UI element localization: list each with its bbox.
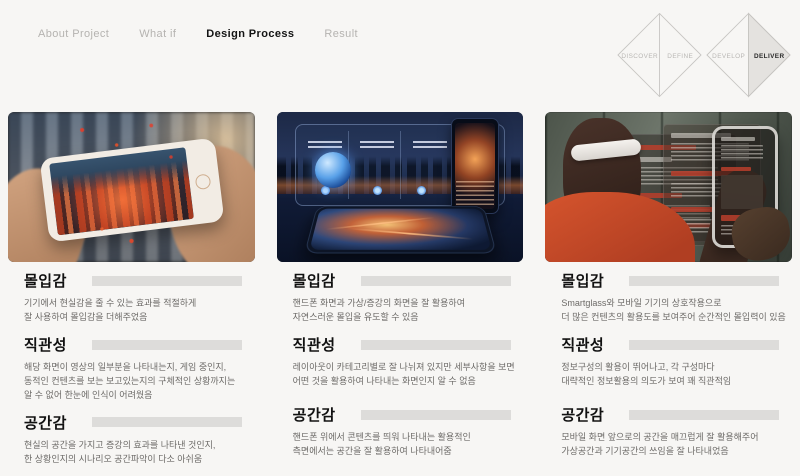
double-diamond-diagram: DISCOVER DEFINE DEVELOP DELIVER [614, 12, 792, 98]
phone-text-lines [456, 181, 494, 207]
metric-spatiality: 공간감 현실의 공간을 가지고 증강의 효과를 나타낸 것인지, 한 상황인지의… [24, 412, 253, 467]
metric-title: 직관성 [561, 334, 617, 355]
score-bar [361, 276, 511, 286]
stage-label-define: DEFINE [667, 53, 693, 60]
panel-label-block [308, 141, 342, 149]
metric-intuitiveness: 직관성 해당 화면이 영상의 일부분을 나타내는지, 게임 중인지, 동적인 컨… [24, 334, 253, 403]
smartglass-man-photo [545, 112, 792, 262]
metric-intuitiveness: 직관성 정보구성의 활용이 뛰어나고, 각 구성마다 대략적인 정보활용의 의도… [561, 334, 790, 402]
comparison-grid: 몰입감 기기에서 현실감을 줄 수 있는 효과를 적절하게 잘 사용하여 몰입감… [8, 112, 792, 476]
nav-design-process[interactable]: Design Process [206, 28, 294, 40]
nav-about-project[interactable]: About Project [38, 28, 109, 40]
metric-title: 공간감 [293, 404, 349, 425]
metric-title: 몰입감 [561, 270, 617, 291]
top-nav: About Project What if Design Process Res… [38, 28, 358, 40]
metric-immersion: 몰입감 기기에서 현실감을 줄 수 있는 효과를 적절하게 잘 사용하여 몰입감… [24, 270, 253, 332]
metric-title: 공간감 [561, 404, 617, 425]
score-bar [629, 410, 779, 420]
metric-description: 레이아웃이 카테고리별로 잘 나뉘져 있지만 세부사항을 보면 어떤 것을 활용… [293, 361, 522, 389]
red-particles [8, 112, 255, 262]
score-bar [92, 276, 242, 286]
glass-sphere [315, 152, 351, 188]
score-bar [361, 340, 511, 350]
portrait-phone [451, 118, 499, 214]
metric-description: 기기에서 현실감을 줄 수 있는 효과를 적절하게 잘 사용하여 몰입감을 더해… [24, 297, 253, 325]
concept-column-3: 몰입감 Smartglass와 모바일 기기의 상호작용으로 더 많은 컨텐츠의… [545, 112, 792, 476]
score-bar [92, 417, 242, 427]
panel-divider [400, 131, 401, 199]
metric-title: 직관성 [24, 334, 80, 355]
metric-spatiality: 공간감 핸드폰 위에서 콘텐츠를 띄워 나타내는 활용적인 측면에서는 공간을 … [293, 404, 522, 459]
metric-title: 몰입감 [24, 270, 80, 291]
ar-city-phone-photo [8, 112, 255, 262]
metric-title: 몰입감 [293, 270, 349, 291]
glow-dot [373, 186, 382, 195]
metric-title: 공간감 [24, 412, 80, 433]
concept-column-2: 몰입감 핸드폰 화면과 가상/증강의 화면을 잘 활용하여 자연스러운 몰입을 … [277, 112, 524, 476]
metric-title: 직관성 [293, 334, 349, 355]
metric-description: 현실의 공간을 가지고 증강의 효과를 나타낸 것인지, 한 상황인지의 시나리… [24, 439, 253, 467]
metric-description: 정보구성의 활용이 뛰어나고, 각 구성마다 대략적인 정보활용의 의도가 보여… [561, 361, 790, 389]
score-bar [629, 340, 779, 350]
metric-description: 핸드폰 위에서 콘텐츠를 띄워 나타내는 활용적인 측면에서는 공간을 잘 활용… [293, 431, 522, 459]
score-bar [92, 340, 242, 350]
stage-label-develop: DEVELOP [712, 53, 745, 60]
panel-label-block [413, 141, 447, 149]
score-bar [629, 276, 779, 286]
futuristic-dashboard-photo [277, 112, 524, 262]
stage-label-discover: DISCOVER [621, 53, 658, 60]
metric-description: 핸드폰 화면과 가상/증강의 화면을 잘 활용하여 자연스러운 몰입을 유도할 … [293, 297, 522, 325]
score-bar [361, 410, 511, 420]
metric-description: 해당 화면이 영상의 일부분을 나타내는지, 게임 중인지, 동적인 컨텐츠를 … [24, 361, 253, 403]
nav-result[interactable]: Result [324, 28, 358, 40]
screen-glow [309, 209, 491, 250]
stage-label-deliver: DELIVER [754, 53, 785, 60]
metric-description: 모바일 화면 앞으로의 공간을 매끄럽게 잘 활용해주어 가상공간과 기기공간의… [561, 431, 790, 459]
metric-immersion: 몰입감 핸드폰 화면과 가상/증강의 화면을 잘 활용하여 자연스러운 몰입을 … [293, 270, 522, 332]
panel-label-block [360, 141, 394, 149]
metric-spatiality: 공간감 모바일 화면 앞으로의 공간을 매끄럽게 잘 활용해주어 가상공간과 기… [561, 404, 790, 459]
glow-dot [417, 186, 426, 195]
metric-immersion: 몰입감 Smartglass와 모바일 기기의 상호작용으로 더 많은 컨텐츠의… [561, 270, 790, 332]
metric-intuitiveness: 직관성 레이아웃이 카테고리별로 잘 나뉘져 있지만 세부사항을 보면 어떤 것… [293, 334, 522, 402]
nav-what-if[interactable]: What if [139, 28, 176, 40]
metric-description: Smartglass와 모바일 기기의 상호작용으로 더 많은 컨텐츠의 활용도… [561, 297, 790, 325]
flat-phone [304, 206, 496, 254]
concept-column-1: 몰입감 기기에서 현실감을 줄 수 있는 효과를 적절하게 잘 사용하여 몰입감… [8, 112, 255, 476]
